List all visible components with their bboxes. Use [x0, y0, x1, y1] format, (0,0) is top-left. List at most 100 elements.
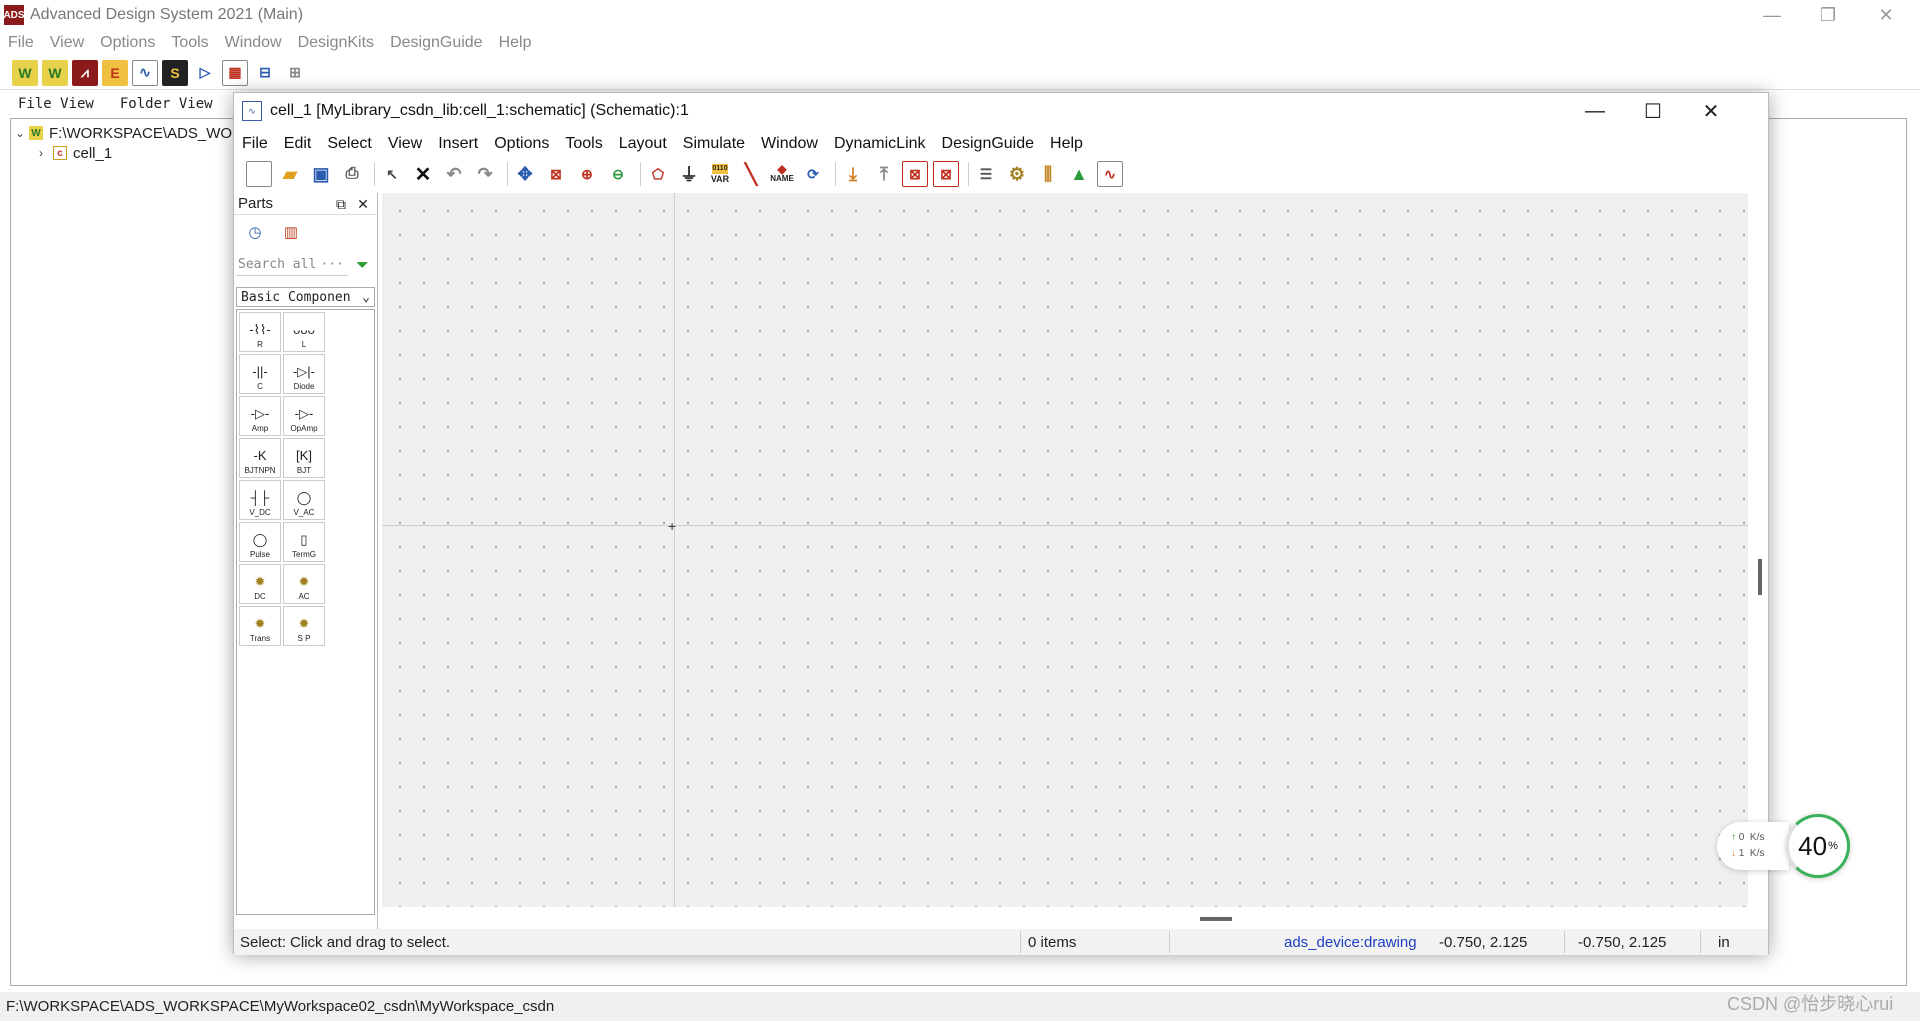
part-opamp[interactable]: -▷- OpAmp	[283, 396, 325, 436]
tree-icon[interactable]: ⊞	[282, 60, 308, 86]
edit-icon[interactable]: E	[102, 59, 128, 86]
part-diode[interactable]: -▷|- Diode	[283, 354, 325, 394]
menu-select[interactable]: Select	[327, 135, 371, 153]
deactivate-icon[interactable]: ⊠	[902, 161, 928, 187]
main-menu-help[interactable]: Help	[499, 34, 532, 52]
part-dc-sim[interactable]: ✹ DC	[239, 564, 281, 604]
print-icon[interactable]: ⎙	[339, 161, 365, 187]
more-options-icon[interactable]: ···	[321, 257, 344, 272]
rotate-icon[interactable]: ⟳	[800, 161, 826, 187]
pop-out-icon[interactable]: ⤒	[871, 161, 897, 187]
script-icon[interactable]: S	[162, 59, 188, 86]
part-sp-sim[interactable]: ✹ S P	[283, 606, 325, 646]
history-clock-icon[interactable]: ◷	[244, 221, 266, 243]
part-trans-sim[interactable]: ✹ Trans	[239, 606, 281, 646]
schematic-maximize-button[interactable]: ☐	[1624, 93, 1682, 129]
var-icon[interactable]: 0110 VAR	[707, 161, 733, 187]
part-v-dc[interactable]: ┤├ V_DC	[239, 480, 281, 520]
open-folder-icon[interactable]: ▰	[277, 161, 303, 187]
main-menu-view[interactable]: View	[50, 34, 84, 52]
vertical-scrollbar[interactable]	[1758, 559, 1762, 595]
menu-insert[interactable]: Insert	[438, 135, 478, 153]
menu-designguide[interactable]: DesignGuide	[942, 135, 1035, 153]
part-amp[interactable]: -▷- Amp	[239, 396, 281, 436]
main-menu-file[interactable]: File	[8, 34, 34, 52]
menu-file[interactable]: File	[242, 135, 268, 153]
zoom-area-icon[interactable]: ⊠	[543, 161, 569, 187]
main-restore-button[interactable]: ❐	[1800, 0, 1856, 30]
menu-dynamiclink[interactable]: DynamicLink	[834, 135, 926, 153]
main-close-button[interactable]: ✕	[1858, 0, 1914, 30]
tab-file-view[interactable]: File View	[8, 93, 104, 117]
close-panel-icon[interactable]: ✕	[354, 195, 372, 213]
save-icon[interactable]: ▣	[308, 161, 334, 187]
simulate-gear-icon[interactable]: ⚙	[1004, 161, 1030, 187]
chevron-down-icon[interactable]: ⌄	[15, 126, 29, 140]
new-workspace-icon[interactable]: W	[12, 59, 38, 86]
part-bjt[interactable]: [K] BJT	[283, 438, 325, 478]
ads-icon[interactable]: ⩘	[72, 59, 98, 86]
part-pulse[interactable]: ◯ Pulse	[239, 522, 281, 562]
menu-layout[interactable]: Layout	[619, 135, 667, 153]
part-capacitor[interactable]: -||- C	[239, 354, 281, 394]
parts-search-input[interactable]: Search all ···	[236, 254, 348, 276]
menu-view[interactable]: View	[388, 135, 422, 153]
main-menu-window[interactable]: Window	[225, 34, 282, 52]
hierarchy-icon[interactable]: ⊟	[252, 60, 278, 86]
open-workspace-icon[interactable]: W	[42, 59, 68, 86]
menu-edit[interactable]: Edit	[284, 135, 312, 153]
undo-icon[interactable]: ↶	[441, 161, 467, 187]
part-termg[interactable]: ▯ TermG	[283, 522, 325, 562]
horizontal-scrollbar[interactable]	[1200, 917, 1232, 921]
netlist-icon[interactable]: ☰	[973, 161, 999, 187]
menu-options[interactable]: Options	[494, 135, 549, 153]
data-display-icon[interactable]: ∿	[1097, 161, 1123, 187]
data-display-icon[interactable]: ▦	[222, 59, 248, 86]
play-icon[interactable]: ▷	[192, 60, 218, 86]
main-menu-designguide[interactable]: DesignGuide	[390, 34, 483, 52]
menu-tools[interactable]: Tools	[565, 135, 602, 153]
tab-folder-view[interactable]: Folder View	[109, 93, 223, 117]
schematic-canvas[interactable]: +	[382, 193, 1748, 907]
select-pointer-icon[interactable]: ↖	[379, 161, 405, 187]
push-into-icon[interactable]: ⤓	[840, 161, 866, 187]
waveform-icon[interactable]: ∿	[132, 59, 158, 86]
short-icon[interactable]: ⊠	[933, 161, 959, 187]
new-file-icon[interactable]	[246, 161, 272, 187]
optimize-icon[interactable]: ▲	[1066, 161, 1092, 187]
usage-gauge[interactable]: 40%	[1786, 814, 1850, 878]
part-inductor[interactable]: ᴗᴗᴗ L	[283, 312, 325, 352]
wire-icon[interactable]: ╲	[738, 161, 764, 187]
port-icon[interactable]: ⬠	[645, 161, 671, 187]
main-menu-tools[interactable]: Tools	[171, 34, 208, 52]
part-ac-sim[interactable]: ✹ AC	[283, 564, 325, 604]
library-icon[interactable]: ▥	[280, 221, 302, 243]
part-resistor[interactable]: -⌇⌇- R	[239, 312, 281, 352]
zoom-in-icon[interactable]: ⊕	[574, 161, 600, 187]
main-menu-designkits[interactable]: DesignKits	[298, 34, 374, 52]
tree-row-cell[interactable]: › c cell_1	[39, 143, 112, 163]
redo-icon[interactable]: ↷	[472, 161, 498, 187]
main-minimize-button[interactable]: —	[1744, 0, 1800, 30]
schematic-close-button[interactable]: ✕	[1682, 93, 1740, 129]
schematic-minimize-button[interactable]: —	[1566, 93, 1624, 129]
tree-row-workspace[interactable]: ⌄ W F:\WORKSPACE\ADS_WO	[15, 123, 232, 143]
ground-icon[interactable]: ⏚	[676, 161, 702, 187]
palette-select[interactable]: Basic Componen ⌄	[236, 287, 375, 307]
filter-icon[interactable]: ⏷	[356, 255, 369, 275]
part-v-ac[interactable]: ◯ V_AC	[283, 480, 325, 520]
zoom-out-icon[interactable]: ⊖	[605, 161, 631, 187]
menu-help[interactable]: Help	[1050, 135, 1083, 153]
tuning-icon[interactable]: ⫼	[1035, 161, 1061, 187]
delete-icon[interactable]: ✕	[410, 161, 436, 187]
menu-window[interactable]: Window	[761, 135, 818, 153]
main-menu-options[interactable]: Options	[100, 34, 155, 52]
name-icon[interactable]: ◆ NAME	[769, 161, 795, 187]
pan-icon[interactable]: ✥	[512, 161, 538, 187]
chevron-right-icon[interactable]: ›	[39, 146, 53, 160]
network-speed-widget[interactable]: ↑ 0 K/s ↓ 1 K/s	[1717, 822, 1789, 870]
status-layer[interactable]: ads_device:drawing	[1284, 934, 1417, 951]
menu-simulate[interactable]: Simulate	[683, 135, 745, 153]
float-panel-icon[interactable]: ⧉	[332, 195, 350, 213]
part-bjt-npn[interactable]: -K BJTNPN	[239, 438, 281, 478]
